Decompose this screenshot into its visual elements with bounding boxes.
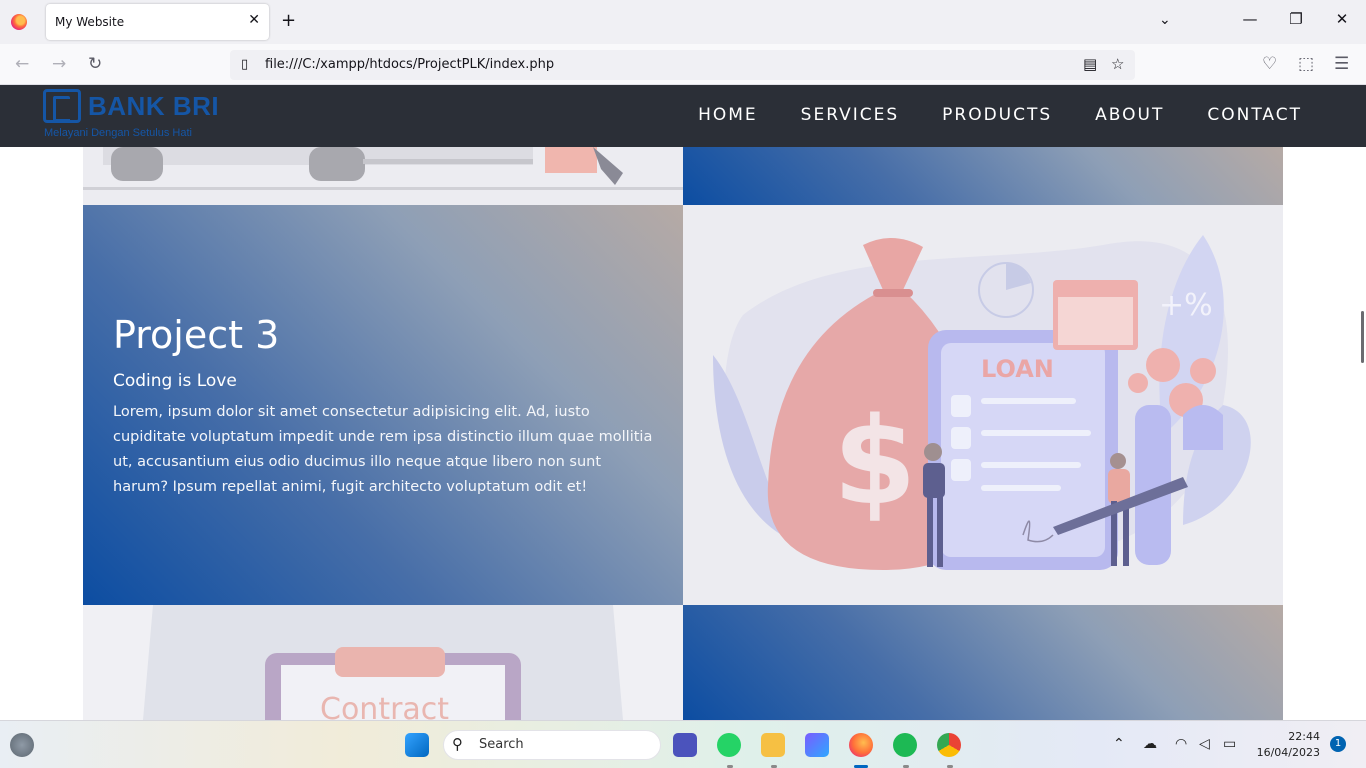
truck-illustration xyxy=(83,147,683,190)
project2-text-panel xyxy=(683,147,1283,205)
whatsapp-icon[interactable] xyxy=(717,733,741,757)
main-menu: HOME SERVICES PRODUCTS ABOUT CONTACT xyxy=(698,105,1302,125)
bookmark-star-icon[interactable]: ☆ xyxy=(1111,55,1124,73)
taskbar-clock[interactable]: 22:44 16/04/2023 xyxy=(1256,729,1320,761)
clock-date: 16/04/2023 xyxy=(1256,746,1320,759)
forward-icon[interactable]: → xyxy=(52,54,66,74)
project4-image: Contract xyxy=(83,605,683,720)
loan-text: LOAN xyxy=(981,355,1054,383)
window-close-button[interactable]: ✕ xyxy=(1332,10,1352,28)
project4-text-panel xyxy=(683,605,1283,720)
teams-icon[interactable] xyxy=(673,733,697,757)
contract-illustration: Contract xyxy=(143,605,623,720)
project2-image xyxy=(83,147,683,205)
site-header: BANK BRI Melayani Dengan Setulus Hati HO… xyxy=(0,85,1366,147)
windows-start-icon[interactable] xyxy=(405,733,429,757)
pocket-icon[interactable]: ♡ xyxy=(1262,54,1277,74)
search-icon: ⚲ xyxy=(452,735,463,753)
extensions-icon[interactable]: ⬚ xyxy=(1298,54,1314,74)
project3-subtitle: Coding is Love xyxy=(113,371,237,391)
notification-badge[interactable]: 1 xyxy=(1330,736,1346,752)
restore-button[interactable]: ❐ xyxy=(1286,10,1306,28)
menu-item-home[interactable]: HOME xyxy=(698,105,758,125)
loan-illustration: $ LOAN +% xyxy=(713,235,1251,570)
url-text[interactable]: file:///C:/xampp/htdocs/ProjectPLK/index… xyxy=(265,57,554,72)
project3-description: Lorem, ipsum dolor sit amet consectetur … xyxy=(113,404,653,495)
page-scrollbar[interactable] xyxy=(1361,311,1364,363)
chevron-down-icon[interactable]: ⌄ xyxy=(1159,12,1171,28)
page-icon: ▯ xyxy=(241,57,249,72)
svg-text:$: $ xyxy=(833,393,917,532)
taskbar-search-placeholder[interactable]: Search xyxy=(479,737,524,752)
firefox-icon xyxy=(11,14,27,30)
file-explorer-icon[interactable] xyxy=(761,733,785,757)
spotify-icon[interactable] xyxy=(893,733,917,757)
project3-title: Project 3 xyxy=(113,313,280,357)
tab-title: My Website xyxy=(55,15,125,29)
windows-taskbar: ⚲ Search ⌃ ☁ ◠ ◁ ▭ 22:44 16/04/2023 1 xyxy=(0,720,1366,768)
contract-text: Contract xyxy=(320,692,449,720)
menu-item-services[interactable]: SERVICES xyxy=(801,105,899,125)
chevron-up-icon[interactable]: ⌃ xyxy=(1113,736,1125,752)
firefox-taskbar-icon[interactable] xyxy=(849,733,873,757)
back-icon[interactable]: ← xyxy=(15,54,29,74)
volume-icon[interactable]: ◁ xyxy=(1199,736,1210,752)
logo-tagline: Melayani Dengan Setulus Hati xyxy=(44,127,192,139)
menu-item-products[interactable]: PRODUCTS xyxy=(942,105,1052,125)
browser-tab[interactable]: My Website ✕ xyxy=(46,4,269,40)
minimize-button[interactable]: — xyxy=(1240,10,1260,28)
clock-time: 22:44 xyxy=(1288,730,1320,743)
website-viewport: BANK BRI Melayani Dengan Setulus Hati HO… xyxy=(0,85,1366,720)
widgets-icon[interactable] xyxy=(10,733,34,757)
browser-tab-bar: My Website ✕ + ⌄ — ❐ ✕ xyxy=(0,0,1366,44)
menu-item-contact[interactable]: CONTACT xyxy=(1207,105,1302,125)
taskbar-search[interactable] xyxy=(443,730,661,760)
menu-item-about[interactable]: ABOUT xyxy=(1095,105,1164,125)
project3-text-panel: Project 3 Coding is Love Lorem, ipsum do… xyxy=(83,205,683,605)
rate-text: +% xyxy=(1159,288,1213,323)
wifi-icon[interactable]: ◠ xyxy=(1175,736,1187,752)
reload-icon[interactable]: ↻ xyxy=(88,54,102,74)
copilot-icon[interactable] xyxy=(805,733,829,757)
cloud-sync-icon[interactable]: ☁ xyxy=(1143,736,1157,752)
project3-image: $ LOAN +% xyxy=(683,205,1283,605)
logo-name[interactable]: BANK BRI xyxy=(88,91,219,122)
battery-icon[interactable]: ▭ xyxy=(1223,736,1236,752)
reader-view-icon[interactable]: ▤ xyxy=(1083,55,1097,73)
close-icon[interactable]: ✕ xyxy=(248,12,260,28)
new-tab-button[interactable]: + xyxy=(281,11,296,31)
bri-logo-icon xyxy=(43,89,81,123)
chrome-icon[interactable] xyxy=(937,733,961,757)
menu-icon[interactable]: ☰ xyxy=(1334,54,1349,74)
